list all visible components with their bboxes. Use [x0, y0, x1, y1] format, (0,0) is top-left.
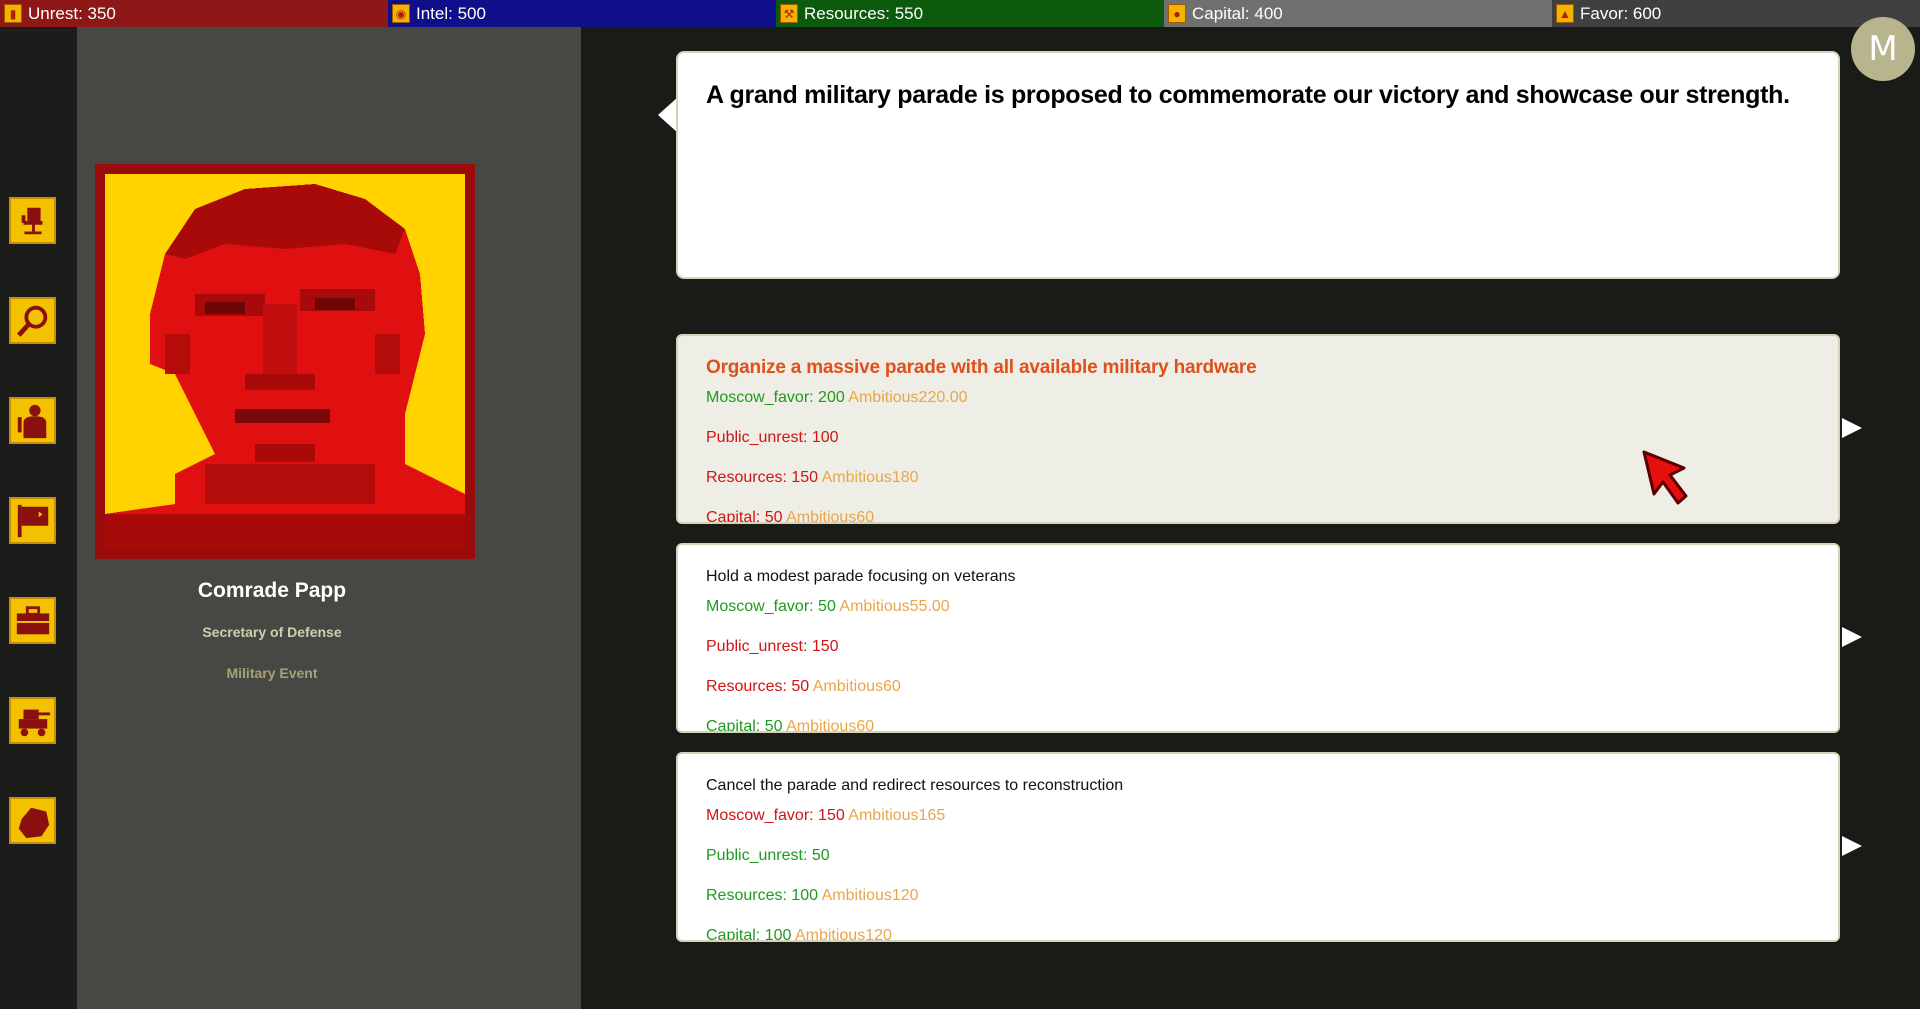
money-bag-icon: ● [1168, 4, 1186, 23]
unrest-stat: ▮ Unrest: 350 [0, 0, 388, 27]
favor-value: Favor: 600 [1580, 3, 1662, 23]
speech-bubble-tail [658, 97, 678, 133]
effect-ambitious: Ambitious220.00 [848, 389, 968, 406]
choice-effect: Capital: 50 Ambitious60 [706, 508, 1810, 524]
effect-label: Resources: 100 [706, 887, 819, 904]
choice-effect: Public_unrest: 50 [706, 846, 1810, 886]
hammer-icon: ⚒ [780, 4, 798, 23]
effect-ambitious: Ambitious180 [821, 469, 919, 486]
effect-label: Public_unrest: 100 [706, 429, 839, 446]
magnifier-icon[interactable] [9, 297, 56, 344]
effect-label: Capital: 100 [706, 927, 792, 942]
torch-icon: ▮ [4, 4, 22, 23]
effect-ambitious: Ambitious120 [821, 887, 919, 904]
portrait-frame [95, 164, 475, 559]
eye-icon: ◉ [392, 4, 410, 23]
effect-label: Public_unrest: 150 [706, 638, 839, 655]
choice-effect: Resources: 100 Ambitious120 [706, 886, 1810, 926]
character-title: Secretary of Defense [202, 624, 342, 640]
choice-title: Organize a massive parade with all avail… [706, 357, 1257, 378]
event-dialog: A grand military parade is proposed to c… [676, 51, 1840, 279]
effect-label: Public_unrest: 50 [706, 847, 830, 864]
capital-value: Capital: 400 [1192, 3, 1283, 23]
tank-icon[interactable] [9, 697, 56, 744]
effect-label: Capital: 50 [706, 509, 783, 524]
event-type: Military Event [226, 665, 318, 681]
mouse-cursor-icon [1642, 450, 1688, 505]
choice-effect: Resources: 50 Ambitious60 [706, 677, 1810, 717]
choice-arrow-icon[interactable] [1842, 836, 1862, 856]
intel-value: Intel: 500 [416, 3, 486, 23]
intel-stat: ◉ Intel: 500 [388, 0, 776, 27]
choice-effect: Capital: 100 Ambitious120 [706, 926, 1810, 942]
effect-ambitious: Ambitious120 [794, 927, 892, 942]
effect-label: Moscow_favor: 50 [706, 598, 836, 615]
choice-card[interactable]: Cancel the parade and redirect resources… [676, 752, 1840, 942]
nav-rail [0, 27, 77, 1009]
resources-stat: ⚒ Resources: 550 [776, 0, 1164, 27]
unrest-value: Unrest: 350 [28, 3, 116, 23]
character-name: Comrade Papp [197, 579, 347, 602]
choice-title: Cancel the parade and redirect resources… [706, 777, 1124, 794]
effect-label: Capital: 50 [706, 718, 783, 733]
resources-value: Resources: 550 [804, 3, 924, 23]
effect-ambitious: Ambitious60 [812, 678, 901, 695]
choice-effect: Moscow_favor: 200 Ambitious220.00 [706, 388, 1810, 428]
effect-ambitious: Ambitious60 [786, 718, 875, 733]
choice-arrow-icon[interactable] [1842, 418, 1862, 438]
effect-ambitious: Ambitious55.00 [839, 598, 950, 615]
effect-label: Resources: 50 [706, 678, 810, 695]
office-chair-icon[interactable] [9, 197, 56, 244]
kremlin-icon: ▲ [1556, 4, 1574, 23]
resource-bar: ▮ Unrest: 350 ◉ Intel: 500 ⚒ Resources: … [0, 0, 1920, 27]
effect-ambitious: Ambitious60 [786, 509, 875, 524]
choice-title: Hold a modest parade focusing on veteran… [706, 568, 1016, 585]
effect-label: Resources: 150 [706, 469, 819, 486]
soldier-icon[interactable] [9, 397, 56, 444]
menu-button[interactable]: M [1851, 17, 1915, 81]
choice-effect: Capital: 50 Ambitious60 [706, 717, 1810, 733]
choice-effect: Moscow_favor: 50 Ambitious55.00 [706, 597, 1810, 637]
flag-icon[interactable] [9, 497, 56, 544]
character-portrait [105, 174, 465, 549]
choice-card[interactable]: Hold a modest parade focusing on veteran… [676, 543, 1840, 733]
choice-effect: Public_unrest: 150 [706, 637, 1810, 677]
map-region-icon[interactable] [9, 797, 56, 844]
choice-arrow-icon[interactable] [1842, 627, 1862, 647]
effect-label: Moscow_favor: 150 [706, 807, 845, 824]
character-panel: Comrade Papp Secretary of Defense Milita… [77, 27, 581, 1009]
choice-effect: Moscow_favor: 150 Ambitious165 [706, 806, 1810, 846]
event-text: A grand military parade is proposed to c… [706, 81, 1790, 109]
effect-label: Moscow_favor: 200 [706, 389, 845, 406]
capital-stat: ● Capital: 400 [1164, 0, 1552, 27]
briefcase-icon[interactable] [9, 597, 56, 644]
effect-ambitious: Ambitious165 [848, 807, 946, 824]
